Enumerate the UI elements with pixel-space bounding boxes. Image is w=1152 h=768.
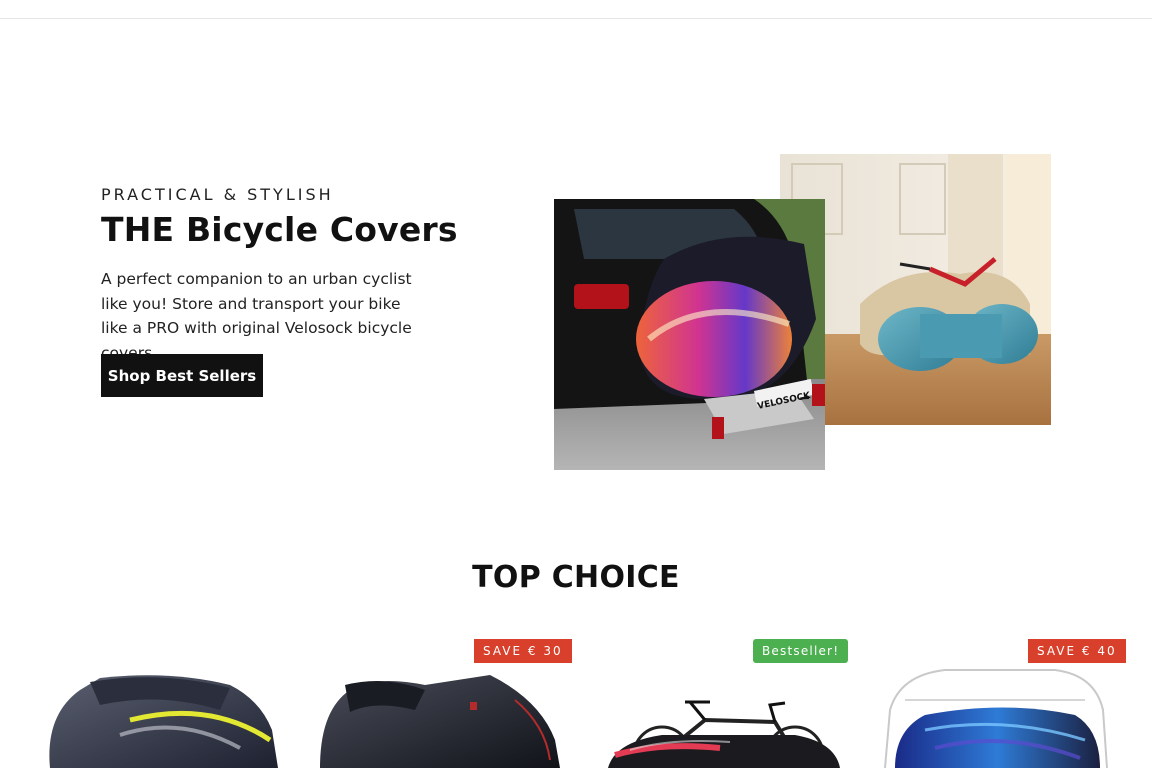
hero-text-block: PRACTICAL & STYLISH THE Bicycle Covers A… — [101, 185, 461, 365]
hero-photo-car-rack: VELOSOCK — [554, 199, 825, 470]
save-badge: SAVE € 40 — [1028, 639, 1126, 663]
hero-eyebrow: PRACTICAL & STYLISH — [101, 185, 334, 204]
hero-title: THE Bicycle Covers — [101, 210, 458, 249]
car-rack-photo: VELOSOCK — [554, 199, 825, 470]
product-card[interactable]: SAVE € 40 — [865, 630, 1145, 768]
product-card[interactable]: Bestseller! — [590, 630, 870, 768]
save-badge: SAVE € 30 — [474, 639, 572, 663]
hero-description: A perfect companion to an urban cyclist … — [101, 270, 412, 362]
shop-best-sellers-button[interactable]: Shop Best Sellers — [101, 354, 263, 397]
top-choice-heading: TOP CHOICE — [472, 560, 680, 595]
product-card[interactable]: SAVE € 30 — [315, 630, 595, 768]
bestseller-badge: Bestseller! — [753, 639, 849, 663]
product-card[interactable] — [40, 630, 320, 768]
product-image-dark-cover — [49, 675, 278, 768]
header-divider — [0, 18, 1152, 19]
